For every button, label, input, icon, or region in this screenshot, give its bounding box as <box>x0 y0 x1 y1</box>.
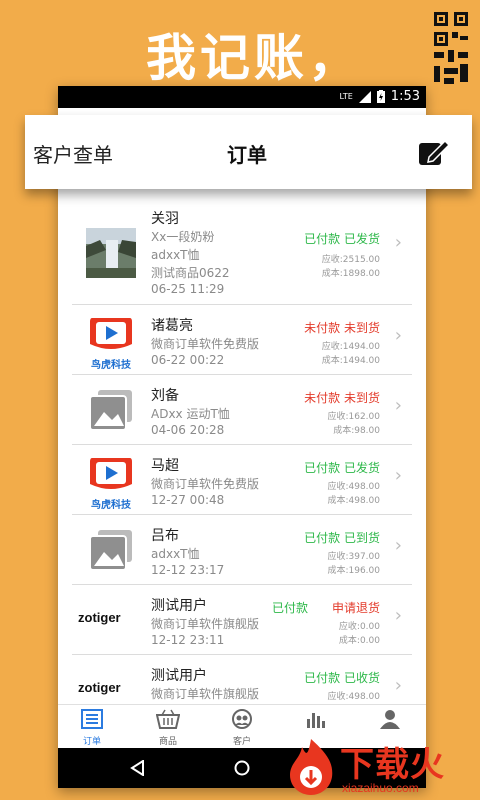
image-placeholder-icon <box>86 384 136 434</box>
product-name: ADxx 运动T恤 <box>151 407 230 421</box>
watermark-url: xiazaihuo.com <box>342 781 419 795</box>
order-row[interactable]: zotiger 测试用户微商订单软件旗舰版 12-12 23:11 已付款 申请退货应收… <box>72 585 412 655</box>
customer-name: 吕布 <box>151 528 179 544</box>
product-name: 微商订单软件免费版 <box>151 337 260 351</box>
cost-amount: 成本:196.00 <box>327 566 380 576</box>
receivable-amount: 应收:162.00 <box>327 412 380 422</box>
order-date: 06-22 00:22 <box>151 353 225 367</box>
chevron-right-icon: › <box>394 535 402 556</box>
product-name: adxxT恤 <box>151 547 200 561</box>
order-list-icon <box>81 709 103 729</box>
tab-products[interactable]: 商品 <box>138 709 198 747</box>
customer-name: 关羽 <box>151 211 179 227</box>
receivable-amount: 应收:0.00 <box>338 622 380 632</box>
order-date: 12-27 00:48 <box>151 493 225 507</box>
order-status: 已付款 已收货 <box>304 671 380 685</box>
cost-amount: 成本:1494.00 <box>321 356 380 366</box>
cost-amount: 成本:98.00 <box>333 426 380 436</box>
order-row[interactable]: 关羽 Xx一段奶粉 adxxT恤测试商品0622 06-25 11:29 已付款 已发货… <box>72 200 412 305</box>
fire-icon <box>290 739 333 795</box>
order-date: 06-25 11:29 <box>151 282 225 296</box>
cost-amount: 成本:0.00 <box>338 636 380 646</box>
zotiger-logo-text: zotiger <box>78 680 121 695</box>
chevron-right-icon: › <box>394 325 402 346</box>
product-name: 微商订单软件免费版 <box>151 477 260 491</box>
zotiger-logo: zotiger <box>78 594 136 644</box>
tab-statistics[interactable] <box>286 709 346 734</box>
customer-name: 测试用户 <box>151 668 207 684</box>
app-bar: 客户查单 订单 <box>25 115 472 189</box>
cost-amount: 成本:498.00 <box>327 496 380 506</box>
status-bar: LTE 1:53 <box>58 86 426 108</box>
order-list: 关羽 Xx一段奶粉 adxxT恤 测试商品0622 06-25 11:29 已付款 已发货… <box>72 200 412 725</box>
product-name-2: adxxT恤 <box>151 248 200 262</box>
product-name: Xx一段奶粉 <box>151 230 215 244</box>
tab-orders-label: 订单 <box>82 737 101 747</box>
customer-lookup-button[interactable]: 客户查单 <box>33 139 113 168</box>
brand-logo-text: 鸟虎科技 <box>91 500 131 511</box>
order-status-2: 申请退货 <box>331 601 380 615</box>
tab-orders[interactable]: 订单 <box>62 709 122 747</box>
order-status: 已付款 <box>271 601 308 615</box>
order-row[interactable]: 刘备 ADxx 运动T恤 04-06 20:28 未付款 未到货应收:162.00 成本… <box>72 375 412 445</box>
watermark-text: 下载火 <box>340 745 445 785</box>
product-name: 微商订单软件旗舰版 <box>151 687 260 701</box>
edit-icon[interactable] <box>417 137 451 167</box>
order-status: 未付款 未到货 <box>304 391 380 405</box>
cost-amount: 成本:1898.00 <box>321 269 380 279</box>
receivable-amount: 应收:397.00 <box>327 552 380 562</box>
customer-name: 诸葛亮 <box>151 318 193 334</box>
order-status: 未付款 未到货 <box>304 321 380 335</box>
tab-customers[interactable]: 客户 <box>212 709 272 747</box>
order-status: 已付款 已发货 <box>304 232 380 246</box>
receivable-amount: 应收:498.00 <box>327 482 380 492</box>
status-time: 1:53 <box>390 89 420 104</box>
bar-chart-icon <box>307 713 325 728</box>
order-date: 04-06 20:28 <box>151 423 225 437</box>
brand-logo: 鸟虎科技 <box>86 314 136 371</box>
profile-icon <box>380 710 400 729</box>
order-row[interactable]: 吕布 adxxT恤 12-12 23:17 已付款 已到货应收:397.00 成本:19… <box>72 515 412 585</box>
order-status: 已付款 已发货 <box>304 461 380 475</box>
customer-name: 马超 <box>151 458 179 474</box>
tab-customers-label: 客户 <box>232 737 251 747</box>
chevron-right-icon: › <box>394 675 402 696</box>
brand-logo: 鸟虎科技 <box>86 454 136 511</box>
receivable-amount: 应收:2515.00 <box>321 255 380 265</box>
chevron-right-icon: › <box>394 395 402 416</box>
page-title: 订单 <box>227 143 267 167</box>
chevron-right-icon: › <box>394 605 402 626</box>
tab-products-label: 商品 <box>158 737 177 747</box>
receivable-amount: 应收:1494.00 <box>321 342 380 352</box>
image-placeholder-icon <box>86 524 136 574</box>
network-label: LTE <box>339 92 353 101</box>
product-name: 微商订单软件旗舰版 <box>151 617 260 631</box>
basket-icon <box>155 709 181 729</box>
signal-icon <box>358 90 371 103</box>
product-photo <box>86 228 136 278</box>
back-icon[interactable] <box>130 760 146 776</box>
qr-code-icon <box>432 8 470 88</box>
battery-icon <box>376 90 385 103</box>
customer-name: 刘备 <box>151 388 179 404</box>
chevron-right-icon: › <box>394 465 402 486</box>
brand-logo-text: 鸟虎科技 <box>91 360 131 371</box>
home-icon[interactable] <box>234 760 250 776</box>
customers-icon <box>232 709 252 729</box>
promo-headline: 我记账， <box>146 29 362 87</box>
tab-profile[interactable] <box>360 709 420 734</box>
order-date: 12-12 23:17 <box>151 563 225 577</box>
order-date: 12-12 23:11 <box>151 633 225 647</box>
chevron-right-icon: › <box>394 232 402 253</box>
zotiger-logo-text: zotiger <box>78 610 121 625</box>
receivable-amount: 应收:498.00 <box>327 692 380 702</box>
order-row[interactable]: 鸟虎科技 诸葛亮微商订单软件免费版 06-22 00:22 未付款 未到货应收:149… <box>72 305 412 375</box>
order-row[interactable]: 鸟虎科技 马超微商订单软件免费版 12-27 00:48 已付款 已发货应收:498.… <box>72 445 412 515</box>
customer-name: 测试用户 <box>151 598 207 614</box>
order-status: 已付款 已到货 <box>304 531 380 545</box>
product-name-3: 测试商品0622 <box>151 266 230 280</box>
watermark-logo: 下载火 xiazaihuo.com <box>284 735 480 800</box>
